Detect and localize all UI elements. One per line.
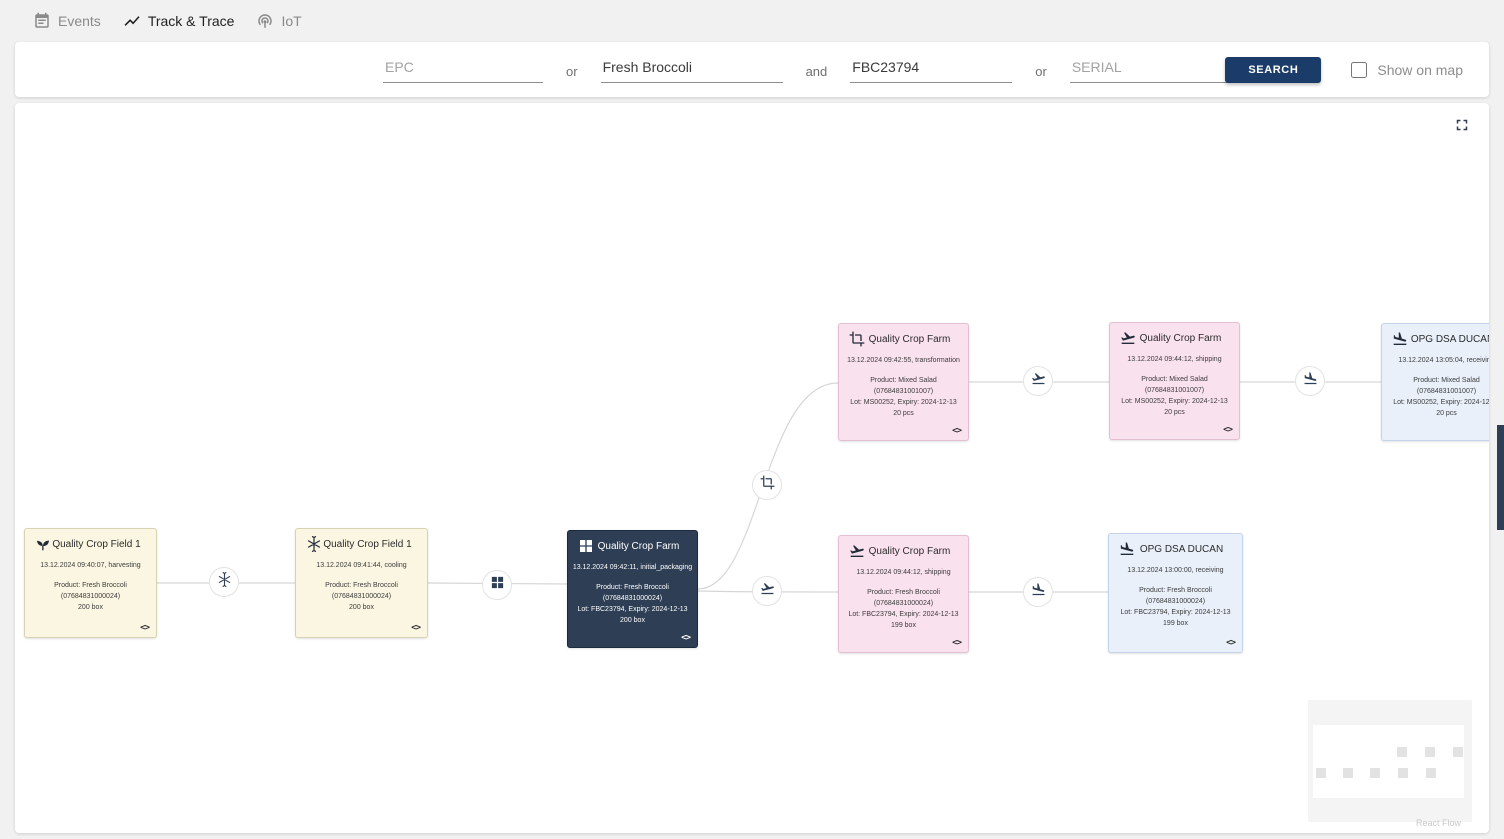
plane-landing-icon <box>1031 582 1046 602</box>
track-trace-icon <box>123 12 141 30</box>
harvest-icon <box>35 536 51 552</box>
node-details: Product: Mixed Salad(07684831001007)Lot:… <box>1114 375 1235 418</box>
plane-takeoff-icon <box>1120 330 1136 346</box>
search-fields: or and or <box>383 42 1234 97</box>
flow-node-receiving-broccoli[interactable]: OPG DSA DUCAN 13.12.2024 13:00:00, receiv… <box>1108 533 1243 653</box>
flow-node-initial-packaging[interactable]: Quality Crop Farm 13.12.2024 09:42:11, in… <box>567 530 698 648</box>
minimap-node <box>1397 747 1407 757</box>
tab-iot-label: IoT <box>281 13 301 29</box>
flow-node-receiving-mixed-salad[interactable]: OPG DSA DUCAN 13.12.2024 13:05:04, receiv… <box>1381 323 1489 441</box>
product-input[interactable] <box>601 56 783 83</box>
edge-event-circle[interactable] <box>1023 366 1053 396</box>
flow-node-shipping-mixed-salad[interactable]: Quality Crop Farm 13.12.2024 09:44:12, sh… <box>1109 322 1240 440</box>
node-title: Quality Crop Farm <box>865 546 958 557</box>
node-details: Product: Mixed Salad(07684831001007)Lot:… <box>843 376 964 419</box>
node-title: OPG DSA DUCAN <box>1135 544 1232 555</box>
node-details: Product: Fresh Broccoli(07684831000024)L… <box>1113 586 1238 629</box>
code-icon[interactable]: <> <box>1226 638 1235 648</box>
search-bar: or and or SEARCH Show on map <box>15 42 1489 97</box>
minimap-node <box>1316 768 1326 778</box>
node-timestamp: 13.12.2024 09:44:12, shipping <box>1114 356 1235 363</box>
snowflake-icon <box>217 572 232 592</box>
transform-icon <box>849 331 865 347</box>
node-timestamp: 13.12.2024 09:44:12, shipping <box>843 569 964 576</box>
code-icon[interactable]: <> <box>140 623 149 633</box>
node-timestamp: 13.12.2024 09:42:55, transformation <box>843 357 964 364</box>
flow-canvas[interactable]: React Flow Quality Crop Field 1 13.12.202… <box>15 103 1489 833</box>
edge-event-circle[interactable] <box>209 567 239 597</box>
node-details: Product: Fresh Broccoli(07684831000024)L… <box>572 583 693 626</box>
plane-landing-icon <box>1392 331 1408 347</box>
node-details: Product: Fresh Broccoli(07684831000024)L… <box>843 588 964 631</box>
edge-event-circle[interactable] <box>752 576 782 606</box>
flow-node-cooling[interactable]: Quality Crop Field 1 13.12.2024 09:41:44,… <box>295 528 428 638</box>
serial-input[interactable] <box>1070 56 1234 83</box>
node-details: Product: Fresh Broccoli(07684831000024)2… <box>29 581 152 614</box>
tab-iot[interactable]: IoT <box>256 12 301 30</box>
show-on-map-label: Show on map <box>1377 62 1463 78</box>
code-icon[interactable]: <> <box>681 633 690 643</box>
minimap-node <box>1343 768 1353 778</box>
node-timestamp: 13.12.2024 09:41:44, cooling <box>300 562 423 569</box>
show-on-map-toggle: Show on map <box>1351 62 1463 78</box>
minimap-node <box>1398 768 1408 778</box>
minimap-node <box>1426 768 1436 778</box>
code-icon[interactable]: <> <box>952 426 961 436</box>
code-icon[interactable]: <> <box>952 638 961 648</box>
minimap-node <box>1370 768 1380 778</box>
iot-icon <box>256 12 274 30</box>
search-button[interactable]: SEARCH <box>1225 57 1321 83</box>
scrollbar-thumb[interactable] <box>1497 425 1504 530</box>
reactflow-attribution: React Flow <box>1416 818 1461 828</box>
plane-takeoff-icon <box>760 581 775 601</box>
plane-takeoff-icon <box>1031 371 1046 391</box>
snowflake-icon <box>306 536 322 552</box>
node-title: Quality Crop Farm <box>865 334 958 345</box>
epc-input[interactable] <box>383 56 543 83</box>
minimap[interactable] <box>1308 700 1472 822</box>
edge-event-circle[interactable] <box>1295 366 1325 396</box>
node-details: Product: Mixed Salad(07684831001007)Lot:… <box>1386 376 1489 419</box>
tab-events[interactable]: Events <box>33 12 101 30</box>
minimap-node <box>1453 747 1463 757</box>
show-on-map-checkbox[interactable] <box>1351 62 1367 78</box>
plane-takeoff-icon <box>849 543 865 559</box>
node-timestamp: 13.12.2024 09:42:11, initial_packaging <box>572 564 693 571</box>
node-title: OPG DSA DUCAN <box>1408 334 1489 345</box>
plane-landing-icon <box>1303 371 1318 391</box>
top-nav: Events Track & Trace IoT <box>0 0 1504 42</box>
node-title: Quality Crop Farm <box>1136 333 1229 344</box>
minimap-node <box>1425 747 1435 757</box>
code-icon[interactable]: <> <box>1223 425 1232 435</box>
node-title: Quality Crop Field 1 <box>51 539 146 550</box>
search-connector: and <box>806 60 828 79</box>
node-timestamp: 13.12.2024 13:00:00, receiving <box>1113 567 1238 574</box>
edge-event-circle[interactable] <box>482 570 512 600</box>
node-title: Quality Crop Field 1 <box>322 539 417 550</box>
flow-node-transformation[interactable]: Quality Crop Farm 13.12.2024 09:42:55, tr… <box>838 323 969 441</box>
package-icon <box>578 538 594 554</box>
search-connector: or <box>566 60 578 79</box>
plane-landing-icon <box>1119 541 1135 557</box>
tab-events-label: Events <box>58 13 101 29</box>
edge-event-circle[interactable] <box>752 470 782 500</box>
edge-event-circle[interactable] <box>1023 577 1053 607</box>
tab-track-trace-label: Track & Trace <box>148 13 235 29</box>
flow-edges <box>15 103 1489 833</box>
tab-track-trace[interactable]: Track & Trace <box>123 12 235 30</box>
flow-node-harvesting[interactable]: Quality Crop Field 1 13.12.2024 09:40:07,… <box>24 528 157 638</box>
node-details: Product: Fresh Broccoli(07684831000024)2… <box>300 581 423 614</box>
events-icon <box>33 12 51 30</box>
fullscreen-button[interactable] <box>1453 116 1471 134</box>
flow-node-shipping-broccoli[interactable]: Quality Crop Farm 13.12.2024 09:44:12, sh… <box>838 535 969 653</box>
search-connector: or <box>1035 60 1047 79</box>
transform-icon <box>760 475 775 495</box>
node-title: Quality Crop Farm <box>594 541 687 552</box>
package-icon <box>490 575 505 595</box>
node-timestamp: 13.12.2024 13:05:04, receiving <box>1386 357 1489 364</box>
minimap-viewport <box>1313 725 1464 798</box>
lot-input[interactable] <box>850 56 1012 83</box>
code-icon[interactable]: <> <box>411 623 420 633</box>
node-timestamp: 13.12.2024 09:40:07, harvesting <box>29 562 152 569</box>
